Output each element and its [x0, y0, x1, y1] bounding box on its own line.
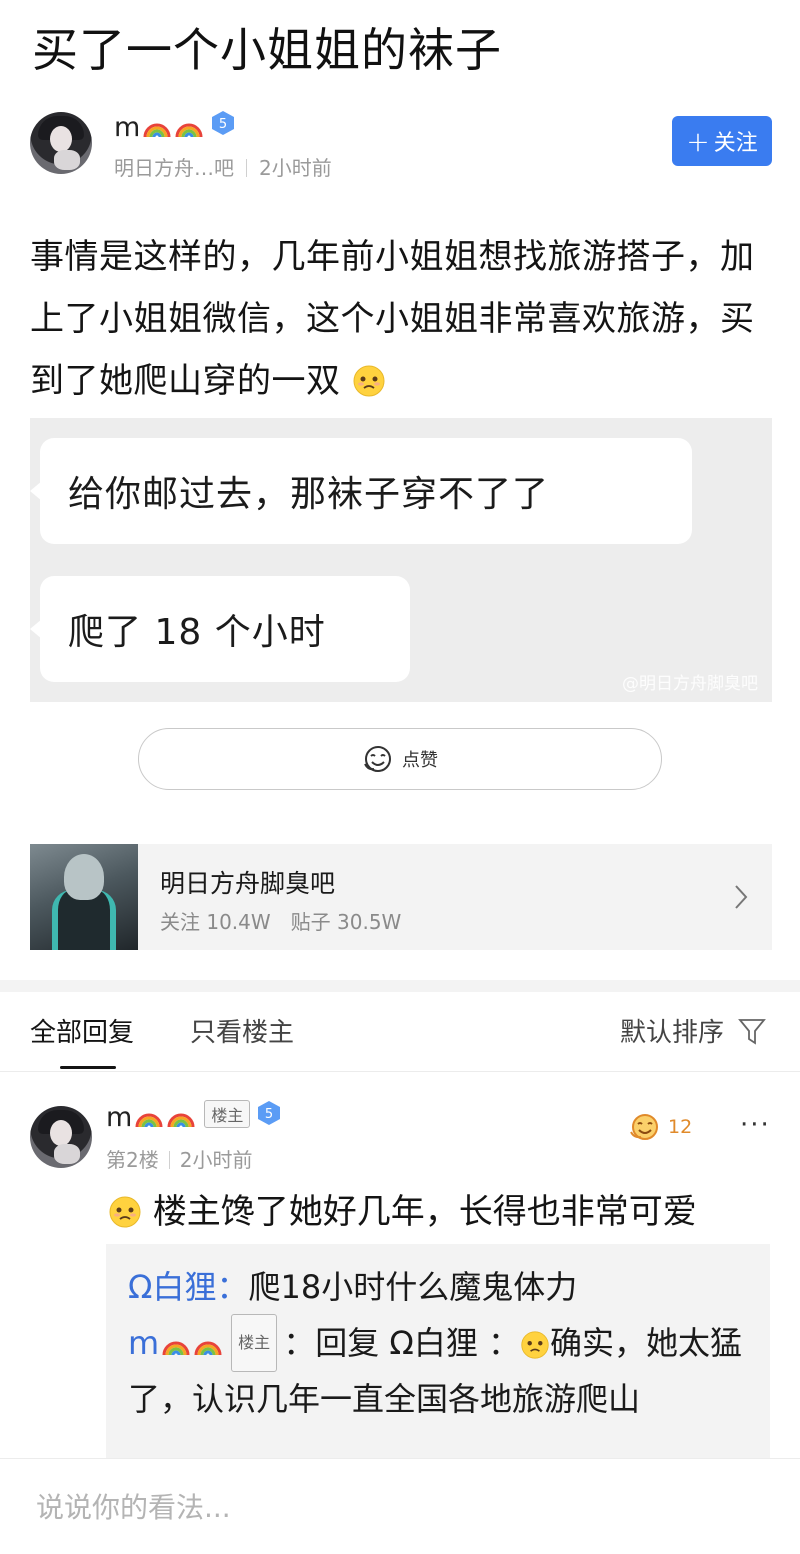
- author-name[interactable]: m: [114, 112, 140, 143]
- sub-reply[interactable]: Ω白狸：爬18小时什么魔鬼体力: [128, 1260, 748, 1314]
- rainbow-icon: [135, 1113, 163, 1128]
- reply-like-count: 12: [668, 1116, 693, 1138]
- chevron-right-icon: [735, 885, 748, 909]
- post-title: 买了一个小姐姐的袜子: [32, 23, 502, 77]
- sub-reply[interactable]: m 楼主 ：回复 Ω白狸 ：确实，她太猛了，认识几年一直全国各地旅游爬山: [128, 1314, 748, 1426]
- rainbow-icon: [143, 123, 171, 138]
- sub-reply-author[interactable]: Ω白狸：: [128, 1268, 248, 1306]
- pleading-emoji-icon: [521, 1331, 549, 1359]
- like-button[interactable]: 点赞: [138, 728, 662, 790]
- post-time: 2小时前: [259, 156, 332, 180]
- chat-bubble: 给你邮过去，那袜子穿不了了: [30, 438, 692, 544]
- rainbow-icon: [175, 123, 203, 138]
- like-face-icon: [364, 746, 391, 772]
- follow-button[interactable]: + 关注: [672, 116, 772, 166]
- comment-bar: [0, 1458, 800, 1554]
- plus-icon: +: [686, 124, 710, 158]
- sort-dropdown[interactable]: 默认排序: [620, 1012, 766, 1049]
- more-options-icon[interactable]: ···: [740, 1110, 771, 1140]
- author-avatar[interactable]: [30, 112, 92, 174]
- reply-item: m 楼主 5 第2楼 2小时前 12 ··· 楼主馋了她好几年，长得也非常可爱 Ω白狸…: [0, 1072, 800, 1458]
- forum-followers: 关注 10.4W: [160, 910, 271, 934]
- svg-text:5: 5: [265, 1107, 273, 1122]
- author-row: m5 明日方舟…吧 2小时前 + 关注: [30, 110, 772, 182]
- reply-author-name[interactable]: m: [106, 1102, 132, 1133]
- filter-icon: [738, 1018, 766, 1045]
- forum-stats: 关注 10.4W 贴子 30.5W: [160, 906, 401, 935]
- sub-reply-text: 爬18小时什么魔鬼体力: [248, 1268, 578, 1306]
- active-tab-indicator: [60, 1066, 116, 1069]
- level-badge-icon: 5: [258, 1101, 281, 1125]
- reply-tabs: 全部回复 只看楼主 默认排序: [0, 992, 800, 1072]
- op-tag: 楼主: [231, 1314, 278, 1372]
- author-name-line[interactable]: m5: [114, 110, 236, 143]
- image-watermark: @明日方舟脚臭吧: [622, 674, 758, 694]
- sub-reply-prefix: ：回复 Ω白狸 ：: [283, 1324, 520, 1362]
- op-tag: 楼主: [204, 1100, 251, 1128]
- post-body: 事情是这样的，几年前小姐姐想找旅游搭子，加上了小姐姐微信，这个小姐姐非常喜欢旅游…: [30, 237, 755, 401]
- sub-replies[interactable]: Ω白狸：爬18小时什么魔鬼体力 m 楼主 ：回复 Ω白狸 ：确实，她太猛了，认识几年…: [106, 1244, 770, 1458]
- like-label: 点赞: [402, 750, 438, 771]
- rainbow-icon: [167, 1113, 195, 1128]
- tab-op-only[interactable]: 只看楼主: [190, 1012, 294, 1049]
- tab-all-replies[interactable]: 全部回复: [30, 1012, 134, 1049]
- svg-text:5: 5: [219, 117, 227, 132]
- reply-time: 2小时前: [179, 1148, 253, 1172]
- reply-like-button[interactable]: 12: [628, 1112, 692, 1142]
- reply-author-line[interactable]: m 楼主 5: [106, 1100, 282, 1133]
- rainbow-icon: [194, 1341, 222, 1356]
- forum-card[interactable]: 明日方舟脚臭吧 关注 10.4W 贴子 30.5W: [30, 844, 772, 950]
- forum-thumbnail: [30, 844, 138, 950]
- comment-input[interactable]: [0, 1459, 800, 1554]
- reply-avatar[interactable]: [30, 1106, 92, 1168]
- rainbow-icon: [162, 1341, 190, 1356]
- sub-reply-author[interactable]: m: [128, 1324, 223, 1362]
- forum-name: 明日方舟脚臭吧: [160, 869, 336, 898]
- reply-meta: 第2楼 2小时前: [106, 1144, 252, 1173]
- post-image[interactable]: 给你邮过去，那袜子穿不了了 爬了 18 个小时 @明日方舟脚臭吧: [30, 418, 772, 702]
- reply-floor: 第2楼: [106, 1148, 159, 1172]
- section-divider: [0, 980, 800, 992]
- level-badge-icon: 5: [212, 111, 235, 135]
- pleading-emoji-icon: [109, 1196, 141, 1228]
- pleading-emoji-icon: [353, 365, 385, 397]
- chat-bubble: 爬了 18 个小时: [30, 576, 410, 682]
- like-face-icon: [630, 1114, 658, 1140]
- author-meta: 明日方舟…吧 2小时前: [114, 152, 332, 181]
- sort-label: 默认排序: [619, 1018, 724, 1048]
- reply-text: 楼主馋了她好几年，长得也非常可爱: [108, 1190, 778, 1234]
- forum-posts: 贴子 30.5W: [290, 910, 402, 934]
- forum-short-link[interactable]: 明日方舟…吧: [114, 156, 234, 180]
